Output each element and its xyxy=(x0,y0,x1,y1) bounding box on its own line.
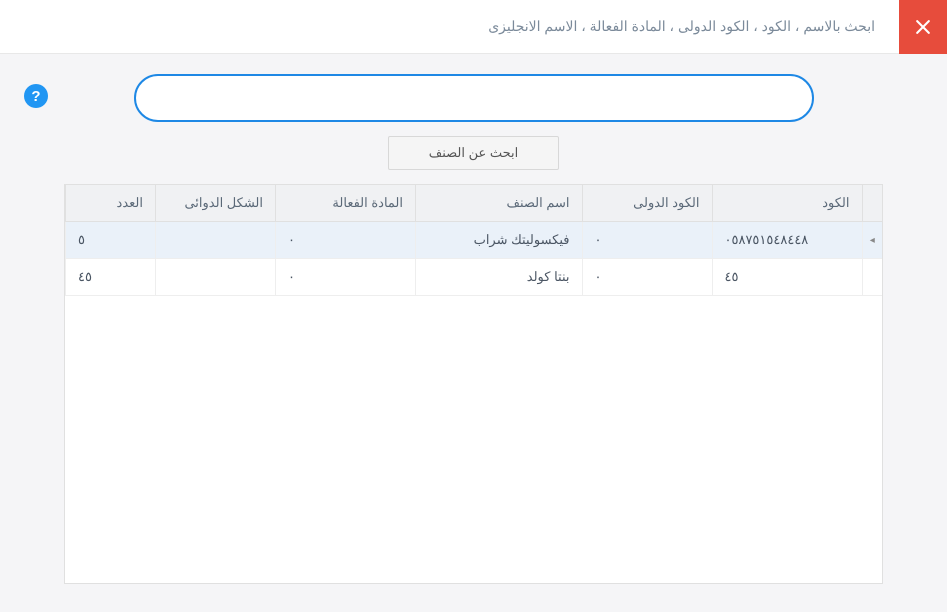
col-code[interactable]: الكود xyxy=(712,185,862,222)
dialog-title: ابحث بالاسم ، الكود ، الكود الدولى ، الم… xyxy=(0,18,899,35)
search-button[interactable]: ابحث عن الصنف xyxy=(388,136,560,170)
results-table: الكود الكود الدولى اسم الصنف المادة الفع… xyxy=(65,185,882,296)
col-count[interactable]: العدد xyxy=(66,185,156,222)
cell-pharma-form xyxy=(156,222,276,259)
cell-count: ٤٥ xyxy=(66,259,156,296)
help-button[interactable]: ? xyxy=(24,84,48,108)
cell-intl-code: ٠ xyxy=(582,222,712,259)
cell-intl-code: ٠ xyxy=(582,259,712,296)
cell-name: بنتا كولد xyxy=(416,259,583,296)
help-icon: ? xyxy=(31,88,40,105)
dialog-header: ابحث بالاسم ، الكود ، الكود الدولى ، الم… xyxy=(0,0,947,54)
cell-count: ٥ xyxy=(66,222,156,259)
cell-name: فيكسوليتك شراب xyxy=(416,222,583,259)
col-indicator xyxy=(862,185,882,222)
dialog-content: ? ابحث عن الصنف الكود الكود الدولى اسم ا… xyxy=(0,54,947,604)
cell-code: ٤٥ xyxy=(712,259,862,296)
row-indicator-icon: ◂ xyxy=(862,222,882,259)
col-pharma-form[interactable]: الشكل الدوائى xyxy=(156,185,276,222)
close-icon xyxy=(913,17,933,37)
results-table-container: الكود الكود الدولى اسم الصنف المادة الفع… xyxy=(64,184,883,584)
cell-pharma-form xyxy=(156,259,276,296)
cell-active-ingredient: ٠ xyxy=(276,222,416,259)
col-name[interactable]: اسم الصنف xyxy=(416,185,583,222)
table-row[interactable]: ◂ ٠٥٨٧٥١٥٤٨٤٤٨ ٠ فيكسوليتك شراب ٠ ٥ xyxy=(66,222,883,259)
col-active-ingredient[interactable]: المادة الفعالة xyxy=(276,185,416,222)
row-indicator-icon xyxy=(862,259,882,296)
search-input[interactable] xyxy=(134,74,814,122)
cell-active-ingredient: ٠ xyxy=(276,259,416,296)
cell-code: ٠٥٨٧٥١٥٤٨٤٤٨ xyxy=(712,222,862,259)
close-button[interactable] xyxy=(899,0,947,54)
search-wrapper xyxy=(24,74,923,122)
search-button-wrapper: ابحث عن الصنف xyxy=(24,136,923,170)
table-header-row: الكود الكود الدولى اسم الصنف المادة الفع… xyxy=(66,185,883,222)
col-intl-code[interactable]: الكود الدولى xyxy=(582,185,712,222)
table-row[interactable]: ٤٥ ٠ بنتا كولد ٠ ٤٥ xyxy=(66,259,883,296)
